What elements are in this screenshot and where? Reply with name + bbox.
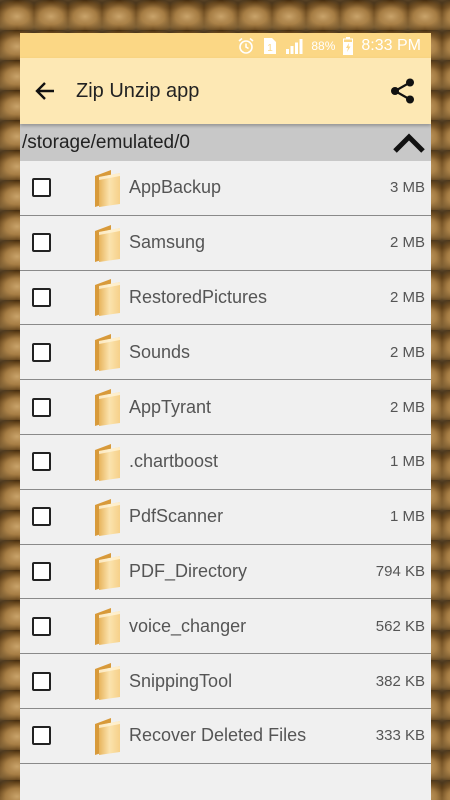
sim-badge: 1 — [268, 43, 274, 54]
folder-icon — [89, 168, 129, 208]
file-name: AppBackup — [129, 177, 222, 198]
row-checkbox[interactable] — [32, 233, 51, 253]
share-icon[interactable] — [389, 77, 417, 105]
row-checkbox[interactable] — [32, 507, 51, 527]
file-name: AppTyrant — [129, 396, 212, 417]
file-row[interactable]: .chartboost 1 MB — [20, 435, 431, 490]
folder-icon — [89, 442, 129, 482]
row-checkbox[interactable] — [32, 397, 51, 417]
file-row[interactable]: Recover Deleted Files 333 KB — [20, 709, 431, 764]
folder-icon — [89, 716, 129, 756]
file-row[interactable]: PDF_Directory 794 KB — [20, 545, 431, 600]
file-name: Recover Deleted Files — [129, 725, 307, 746]
file-size: 562 KB — [375, 617, 425, 635]
row-checkbox[interactable] — [32, 671, 51, 691]
file-size: 2 MB — [389, 398, 425, 416]
file-name: voice_changer — [129, 615, 247, 636]
file-size: 1 MB — [389, 453, 425, 471]
folder-icon — [89, 277, 129, 317]
chevron-up-icon[interactable] — [393, 132, 425, 153]
file-size: 333 KB — [375, 727, 425, 745]
folder-icon — [89, 606, 129, 646]
file-name: SnippingTool — [129, 670, 233, 691]
row-checkbox[interactable] — [32, 452, 51, 472]
folder-icon — [89, 223, 129, 263]
file-row[interactable]: SnippingTool 382 KB — [20, 654, 431, 709]
file-name: PDF_Directory — [129, 560, 248, 581]
status-bar: 1 88% 8:33 PM — [20, 33, 431, 58]
file-row[interactable]: RestoredPictures 2 MB — [20, 271, 431, 326]
back-arrow-icon[interactable] — [34, 80, 56, 102]
file-row[interactable]: voice_changer 562 KB — [20, 599, 431, 655]
file-size: 2 MB — [389, 288, 425, 306]
folder-icon — [89, 387, 129, 427]
file-size: 2 MB — [389, 343, 425, 361]
row-checkbox[interactable] — [32, 342, 51, 362]
row-checkbox[interactable] — [32, 561, 51, 581]
file-row[interactable]: Samsung 2 MB — [20, 216, 431, 271]
file-row[interactable]: PdfScanner 1 MB — [20, 490, 431, 545]
path-bar: /storage/emulated/0 — [20, 124, 431, 161]
current-path: /storage/emulated/0 — [22, 131, 190, 153]
row-checkbox[interactable] — [32, 178, 51, 198]
file-row[interactable]: Sounds 2 MB — [20, 325, 431, 381]
file-size: 2 MB — [389, 234, 425, 252]
battery-charging-icon — [343, 36, 354, 55]
app-screen: 1 88% 8:33 PM Zip Unzip app /storage/emu… — [20, 33, 431, 800]
folder-icon — [89, 497, 129, 537]
file-name: Samsung — [129, 232, 206, 253]
file-size: 794 KB — [375, 562, 425, 580]
signal-icon — [285, 38, 303, 54]
file-row[interactable]: AppTyrant 2 MB — [20, 380, 431, 435]
folder-icon — [89, 551, 129, 591]
app-toolbar: Zip Unzip app — [20, 58, 431, 124]
file-name: Sounds — [129, 341, 191, 362]
alarm-icon — [237, 37, 255, 55]
folder-icon — [89, 661, 129, 701]
file-name: PdfScanner — [129, 506, 224, 527]
row-checkbox[interactable] — [32, 287, 51, 307]
sim-icon: 1 — [263, 37, 277, 55]
file-list: AppBackup 3 MB Samsung 2 MB RestoredPictures… — [20, 161, 431, 764]
status-time: 8:33 PM — [361, 36, 421, 54]
file-name: .chartboost — [129, 451, 219, 472]
folder-icon — [89, 332, 129, 372]
row-checkbox[interactable] — [32, 616, 51, 636]
file-name: RestoredPictures — [129, 286, 268, 307]
file-size: 1 MB — [389, 508, 425, 526]
file-size: 3 MB — [389, 179, 425, 197]
toolbar-title: Zip Unzip app — [76, 79, 200, 102]
battery-percent: 88% — [311, 38, 336, 53]
row-checkbox[interactable] — [32, 726, 51, 746]
file-size: 382 KB — [375, 672, 425, 690]
file-row[interactable]: AppBackup 3 MB — [20, 161, 431, 216]
